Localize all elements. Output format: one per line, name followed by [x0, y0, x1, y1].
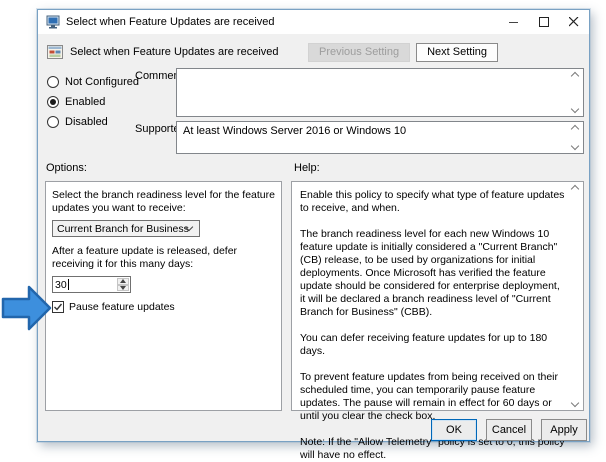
scroll-down-icon[interactable]	[571, 399, 579, 407]
ok-button[interactable]: OK	[431, 419, 477, 441]
scroll-down-icon[interactable]	[571, 105, 579, 113]
minimize-icon	[509, 17, 519, 27]
defer-days-prompt: After a feature update is released, defe…	[52, 245, 275, 271]
radio-not-configured[interactable]: Not Configured	[47, 72, 139, 92]
maximize-icon	[539, 17, 549, 27]
scroll-up-icon[interactable]	[571, 72, 579, 80]
scroll-up-icon[interactable]	[571, 125, 579, 133]
options-panel: Select the branch readiness level for th…	[45, 181, 282, 411]
branch-readiness-value: Current Branch for Business	[57, 223, 189, 235]
help-panel[interactable]: Enable this policy to specify what type …	[291, 181, 584, 411]
help-paragraph: You can defer receiving feature updates …	[300, 332, 565, 358]
defer-days-input[interactable]: 30	[52, 276, 131, 293]
radio-circle-icon	[47, 76, 59, 88]
comment-textarea[interactable]	[176, 68, 584, 117]
radio-circle-icon	[47, 116, 59, 128]
policy-setting-dialog: Select when Feature Updates are received…	[37, 9, 590, 442]
setting-header: Select when Feature Updates are received…	[38, 34, 589, 70]
close-button[interactable]	[559, 10, 589, 34]
close-icon	[569, 17, 579, 27]
radio-label-disabled: Disabled	[65, 116, 108, 128]
apply-button[interactable]: Apply	[541, 419, 587, 441]
radio-enabled[interactable]: Enabled	[47, 92, 139, 112]
spinner-down-button[interactable]	[117, 285, 129, 292]
branch-readiness-dropdown[interactable]: Current Branch for Business	[52, 220, 200, 237]
app-icon	[46, 15, 60, 29]
supported-on-value: At least Windows Server 2016 or Windows …	[183, 125, 406, 137]
pause-checkbox-label: Pause feature updates	[69, 301, 175, 313]
supported-on-field[interactable]: At least Windows Server 2016 or Windows …	[176, 121, 584, 154]
title-bar[interactable]: Select when Feature Updates are received	[38, 10, 589, 34]
window-controls	[499, 10, 589, 34]
radio-circle-icon	[47, 96, 59, 108]
minimize-button[interactable]	[499, 10, 529, 34]
checkbox-checked-icon	[52, 301, 64, 313]
maximize-button[interactable]	[529, 10, 559, 34]
pause-feature-updates-checkbox[interactable]: Pause feature updates	[52, 301, 275, 313]
previous-setting-button[interactable]: Previous Setting	[308, 43, 410, 62]
setting-name: Select when Feature Updates are received	[70, 46, 279, 58]
options-section-label: Options:	[46, 162, 87, 174]
radio-label-enabled: Enabled	[65, 96, 105, 108]
radio-disabled[interactable]: Disabled	[47, 112, 139, 132]
next-setting-button[interactable]: Next Setting	[416, 43, 498, 62]
help-section-label: Help:	[294, 162, 320, 174]
help-paragraph: The branch readiness level for each new …	[300, 228, 565, 319]
branch-readiness-prompt: Select the branch readiness level for th…	[52, 189, 275, 215]
defer-days-value: 30	[55, 279, 67, 291]
radio-label-not-configured: Not Configured	[65, 76, 139, 88]
scroll-down-icon[interactable]	[571, 142, 579, 150]
state-radio-group: Not Configured Enabled Disabled	[47, 72, 139, 132]
annotation-arrow-icon	[1, 283, 53, 333]
triangle-up-icon	[120, 279, 126, 283]
scroll-up-icon[interactable]	[571, 185, 579, 193]
triangle-down-icon	[120, 286, 126, 290]
policy-setting-icon	[47, 45, 63, 59]
setting-nav-buttons: Previous Setting Next Setting	[308, 43, 498, 62]
window-title: Select when Feature Updates are received	[66, 16, 275, 28]
text-caret	[68, 279, 69, 290]
help-paragraph: Enable this policy to specify what type …	[300, 189, 565, 215]
spinner-buttons	[117, 278, 129, 291]
help-paragraph: To prevent feature updates from being re…	[300, 371, 565, 423]
cancel-button[interactable]: Cancel	[486, 419, 532, 441]
